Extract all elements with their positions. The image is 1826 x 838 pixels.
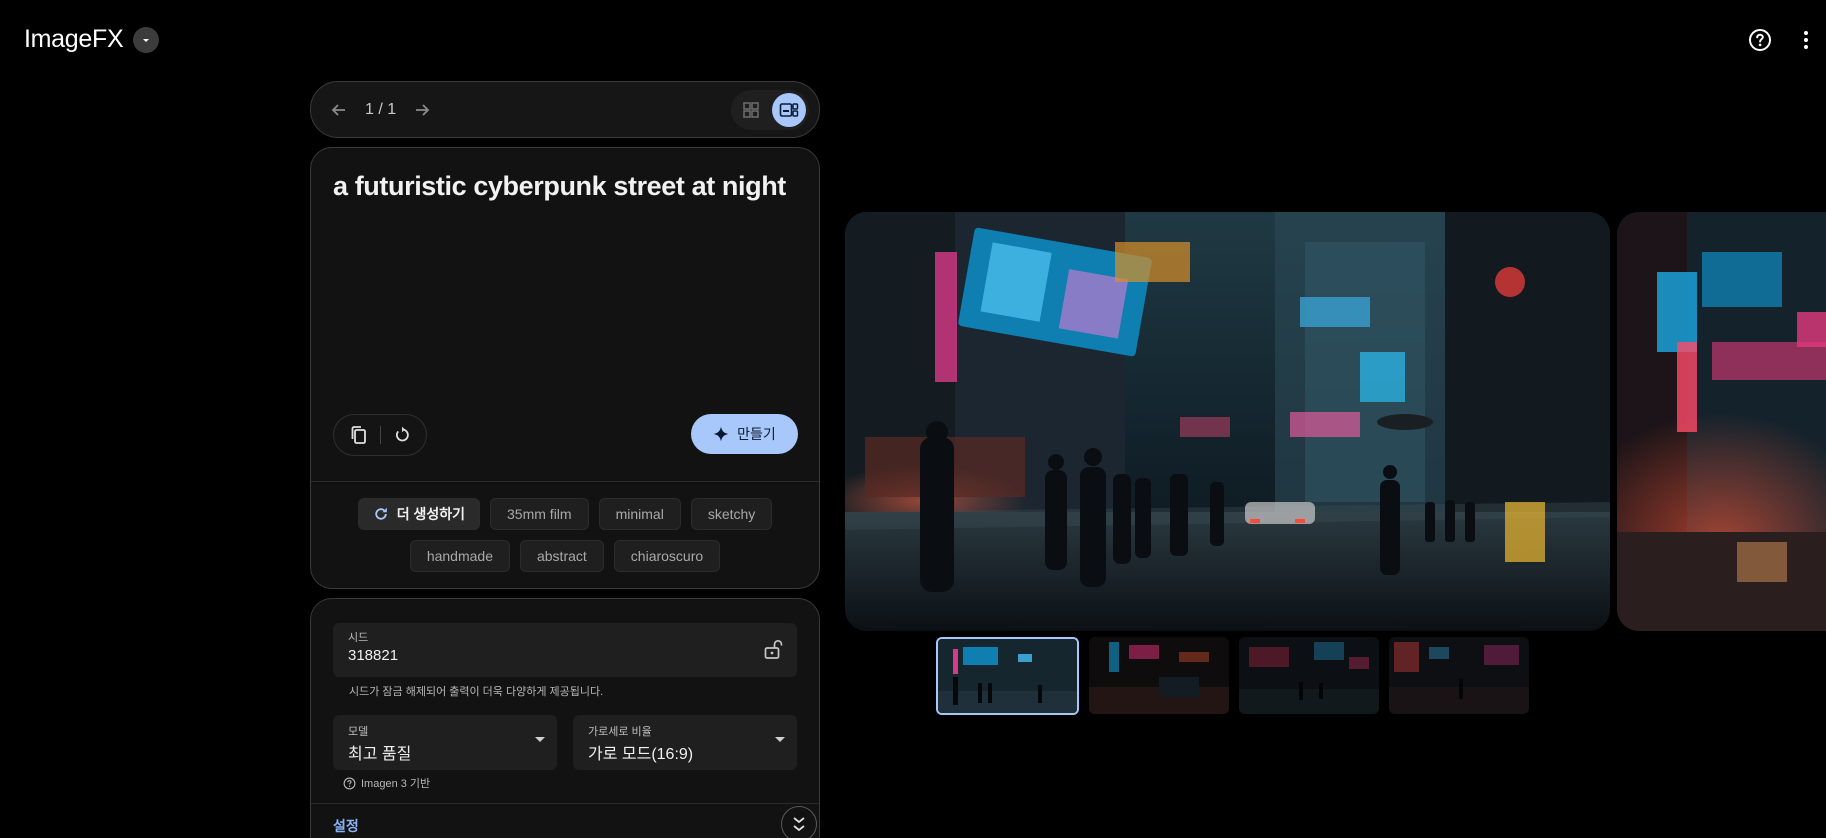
dropdown-caret-icon: [535, 737, 545, 742]
image-pager: 1 / 1: [310, 81, 820, 138]
imagen-note: Imagen 3 기반: [343, 775, 430, 791]
arrow-right-icon: [416, 103, 430, 116]
refresh-chips-button[interactable]: 더 생성하기: [357, 498, 481, 530]
copy-button[interactable]: [343, 419, 375, 451]
thumbnail-1[interactable]: [936, 637, 1079, 715]
cyberpunk-alley-image: [1617, 212, 1826, 631]
prev-page-button[interactable]: [325, 96, 353, 124]
thumbnail-image: [1239, 637, 1379, 714]
imagen-note-text: Imagen 3 기반: [361, 778, 431, 790]
style-chip[interactable]: 35mm film: [490, 498, 589, 530]
thumbnail-3[interactable]: [1239, 637, 1379, 714]
dropdown-caret-icon: [775, 737, 785, 742]
prompt-tools: [333, 414, 427, 456]
create-label: 만들기: [737, 426, 776, 442]
thumbnail-strip: [936, 637, 1529, 715]
thumbnail-2[interactable]: [1089, 637, 1229, 714]
thumbnail-4[interactable]: [1389, 637, 1529, 714]
help-circle-icon: [343, 777, 356, 789]
carousel-view-button[interactable]: [772, 92, 806, 127]
aspect-ratio-label: 가로세로 비율: [588, 726, 652, 738]
style-chip[interactable]: chiaroscuro: [613, 540, 721, 572]
model-select[interactable]: 모델 최고 품질: [333, 715, 557, 770]
app-logo: ImageFX: [24, 25, 160, 54]
seed-value[interactable]: 318821: [348, 647, 398, 664]
aspect-ratio-select[interactable]: 가로세로 비율 가로 모드(16:9): [573, 715, 797, 770]
seed-label: 시드: [348, 632, 369, 644]
seed-field[interactable]: 시드 318821: [333, 623, 797, 677]
sparkle-icon: [713, 426, 729, 442]
seed-hint: 시드가 잠금 해제되어 출력이 더욱 다양하게 제공됩니다.: [349, 686, 604, 698]
refresh-label: 더 생성하기: [396, 506, 466, 522]
prompt-input[interactable]: a futuristic cyberpunk street at night: [333, 171, 786, 202]
cyberpunk-street-image: [845, 212, 1610, 631]
page-count: 1 / 1: [365, 100, 397, 118]
section-divider: [311, 803, 819, 804]
collapse-icon: [793, 817, 805, 832]
tool-divider: [379, 426, 381, 444]
model-label: 모델: [348, 726, 369, 738]
section-divider: [311, 481, 819, 482]
thumbnail-image: [1389, 637, 1529, 714]
collapse-settings-button[interactable]: [781, 806, 817, 838]
style-chips: 더 생성하기 35mm film minimal sketchy handmad…: [331, 498, 799, 572]
thumbnail-image: [1089, 637, 1229, 714]
app-name: ImageFX: [24, 25, 124, 53]
style-chip[interactable]: abstract: [519, 540, 604, 572]
carousel-view-icon: [779, 102, 799, 117]
header-actions: [1744, 24, 1826, 56]
settings-card: 시드 318821 시드가 잠금 해제되어 출력이 더욱 다양하게 제공됩니다.…: [310, 598, 820, 838]
arrow-left-icon: [331, 103, 345, 116]
app-menu-button[interactable]: [133, 26, 160, 53]
next-image-preview[interactable]: [1617, 212, 1826, 631]
next-page-button[interactable]: [408, 96, 436, 124]
style-chip[interactable]: sketchy: [690, 498, 773, 530]
help-button[interactable]: [1744, 24, 1776, 56]
settings-section-label[interactable]: 설정: [333, 816, 359, 836]
more-options-button[interactable]: [1790, 24, 1822, 56]
copy-icon: [351, 426, 366, 444]
prompt-card: a futuristic cyberpunk street at night 만…: [310, 147, 820, 589]
thumbnail-image: [938, 639, 1077, 713]
grid-view-button[interactable]: [734, 93, 768, 127]
help-circle-icon: [1749, 29, 1771, 51]
more-vert-icon: [1804, 31, 1808, 49]
reset-icon: [395, 426, 409, 442]
reset-button[interactable]: [386, 419, 418, 451]
seed-lock-button[interactable]: [759, 635, 787, 663]
view-toggle: [731, 89, 809, 130]
create-button[interactable]: 만들기: [691, 414, 798, 454]
chevron-down-icon: [143, 38, 150, 42]
grid-view-icon: [743, 101, 759, 118]
aspect-ratio-value: 가로 모드(16:9): [588, 746, 694, 763]
unlock-icon: [764, 639, 783, 659]
style-chip[interactable]: handmade: [409, 540, 510, 572]
generated-image[interactable]: [845, 212, 1610, 631]
model-value: 최고 품질: [348, 746, 412, 763]
refresh-icon: [375, 507, 387, 520]
style-chip[interactable]: minimal: [598, 498, 681, 530]
